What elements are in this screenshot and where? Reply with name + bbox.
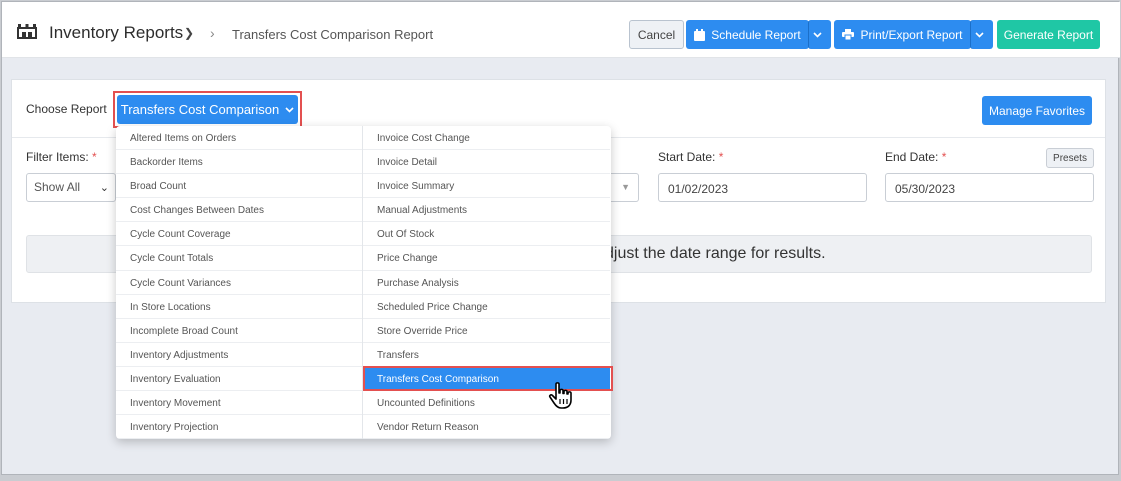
dropdown-item[interactable]: Cycle Count Totals [116,246,362,271]
dropdown-item[interactable]: Out Of Stock [363,222,610,247]
schedule-report-button[interactable]: Schedule Report [686,20,809,49]
dropdown-item[interactable]: Incomplete Broad Count [116,319,362,343]
dropdown-item[interactable]: Cycle Count Variances [116,271,362,295]
breadcrumb: Transfers Cost Comparison Report [232,27,434,42]
choose-report-label: Choose Report [26,102,107,116]
dropdown-item[interactable]: Invoice Detail [363,150,610,175]
report-dropdown-menu: Altered Items on Orders Backorder Items Br… [116,126,611,439]
filter-items-value: Show All [34,180,81,194]
chevron-down-icon [285,106,294,113]
printer-icon [842,29,855,40]
app-window: Inventory Reports ❯ › Transfers Cost Com… [1,1,1120,475]
required-mark: * [718,150,724,164]
cancel-button-label: Cancel [637,27,676,42]
dropdown-item[interactable]: Inventory Projection [116,415,362,439]
cancel-button[interactable]: Cancel [629,20,684,49]
start-date-label-text: Start Date: [658,150,716,164]
dropdown-item[interactable]: Price Change [363,246,610,271]
chevron-down-icon [974,31,984,38]
manage-favorites-button[interactable]: Manage Favorites [982,96,1092,125]
dropdown-item[interactable]: Invoice Cost Change [363,126,610,151]
warehouse-icon [17,24,37,39]
dropdown-item[interactable]: Invoice Summary [363,174,610,199]
presets-label: Presets [1053,152,1087,164]
hand-cursor-icon [548,382,572,409]
dropdown-item[interactable]: Inventory Movement [116,391,362,416]
calendar-icon [694,28,706,41]
start-date-value: 01/02/2023 [668,182,729,196]
dropdown-item[interactable]: Transfers [363,343,610,367]
end-date-label-text: End Date: [885,150,939,164]
page-title[interactable]: Inventory Reports [49,23,183,43]
message-text: djust the date range for results. [605,245,826,262]
start-date-label: Start Date: * [658,150,723,164]
end-date-label: End Date: * [885,150,946,164]
print-export-dropdown-button[interactable] [970,20,993,49]
filter-items-select[interactable]: Show All ⌄ [26,173,116,202]
manage-favorites-label: Manage Favorites [988,103,1086,118]
dropdown-column-left: Altered Items on Orders Backorder Items Br… [116,126,363,439]
dropdown-item[interactable]: Manual Adjustments [363,198,610,223]
dropdown-item[interactable]: Purchase Analysis [363,271,610,295]
end-date-value: 05/30/2023 [895,182,956,196]
start-date-input[interactable]: 01/02/2023 [658,173,867,202]
dropdown-item[interactable]: Inventory Evaluation [116,367,362,392]
schedule-report-label: Schedule Report [711,27,801,42]
schedule-report-dropdown-button[interactable] [808,20,831,49]
chevron-down-icon [812,31,822,38]
dropdown-item[interactable]: Inventory Adjustments [116,343,362,367]
report-select-label: Transfers Cost Comparison [120,102,280,117]
dropdown-item[interactable]: Cycle Count Coverage [116,222,362,247]
print-export-label: Print/Export Report [860,27,963,42]
dropdown-item[interactable]: Broad Count [116,174,362,199]
dropdown-item[interactable]: Backorder Items [116,150,362,175]
filter-items-label: Filter Items: * [26,150,97,164]
dropdown-item[interactable]: Scheduled Price Change [363,295,610,319]
dropdown-item[interactable]: Cost Changes Between Dates [116,198,362,223]
generate-report-label: Generate Report [1003,27,1094,42]
report-select-button[interactable]: Transfers Cost Comparison [117,95,298,124]
filter-items-label-text: Filter Items: [26,150,89,164]
dropdown-item[interactable]: In Store Locations [116,295,362,319]
required-mark: * [941,150,947,164]
top-header: Inventory Reports ❯ › Transfers Cost Com… [2,2,1120,58]
caret-down-icon: ▼ [621,182,630,192]
chevron-down-icon[interactable]: ❯ [184,26,194,40]
breadcrumb-separator-icon: › [210,25,215,41]
dropdown-item[interactable]: Vendor Return Reason [363,415,610,439]
required-mark: * [92,150,97,164]
dropdown-item[interactable]: Store Override Price [363,319,610,343]
print-export-button[interactable]: Print/Export Report [834,20,971,49]
chevron-down-icon: ⌄ [99,182,109,194]
end-date-input[interactable]: 05/30/2023 [885,173,1094,202]
dropdown-item[interactable]: Altered Items on Orders [116,126,362,151]
presets-button[interactable]: Presets [1046,148,1094,168]
generate-report-button[interactable]: Generate Report [997,20,1100,49]
